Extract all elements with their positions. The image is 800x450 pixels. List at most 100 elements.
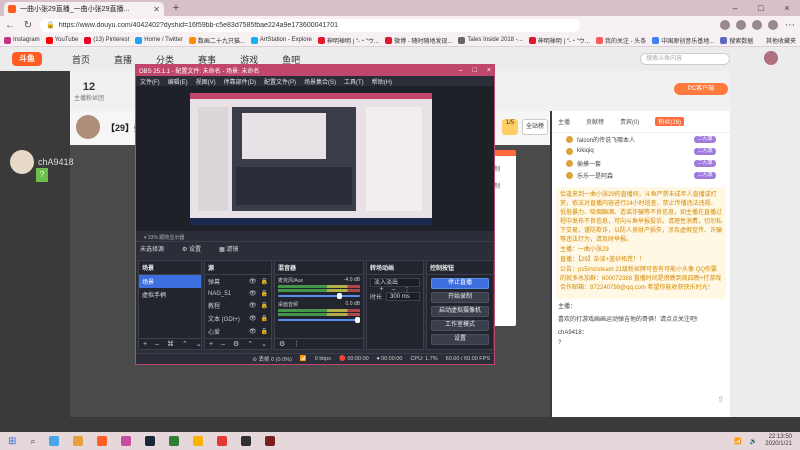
bookmark-item[interactable]: 我的关注 - 头条 [595, 36, 646, 45]
nav-live[interactable]: 直播 [114, 53, 132, 66]
obs-menu-item[interactable]: 停靠部件(D) [224, 77, 256, 86]
bookmark-item[interactable]: 微博 - 随时随地发现... [385, 36, 452, 45]
taskbar-app-icon[interactable] [145, 436, 156, 446]
source-item[interactable]: 心爱 👁 🔒 [205, 325, 271, 338]
bookmark-item[interactable]: 神明禅明 | "-・"ウ... [317, 36, 379, 45]
bookmark-item[interactable]: 数画二十九只猫... [188, 36, 245, 45]
bookmark-item[interactable]: ArtStation - Explore [250, 36, 312, 44]
user-avatar[interactable] [10, 150, 34, 174]
anchor-avatar[interactable] [76, 115, 100, 139]
lock-icon[interactable]: 🔒 [261, 302, 268, 309]
obs-menu-item[interactable]: 文件(F) [140, 77, 160, 86]
scene-item[interactable]: 场景 [139, 275, 201, 288]
source-filters-button[interactable]: ▦ 滤镜 [219, 244, 238, 253]
taskbar-app-icon[interactable] [193, 436, 204, 446]
obs-menu-item[interactable]: 场景集合(S) [304, 77, 336, 86]
transition-more-button[interactable]: ⋮ [404, 286, 411, 294]
volume-slider[interactable] [278, 293, 360, 299]
slider-knob[interactable] [355, 317, 360, 323]
eye-icon[interactable]: 👁 [249, 278, 257, 285]
source-item[interactable]: 弹幕 👁 🔒 [205, 275, 271, 288]
taskbar-app-icon[interactable] [169, 436, 180, 446]
rank-row[interactable]: falcon的传说飞哪本人 二九尊 [552, 133, 730, 145]
move-down-button[interactable]: ⌄ [261, 340, 267, 348]
lock-icon[interactable]: 🔒 [261, 315, 268, 322]
start-recording-button[interactable]: 开始录制 [431, 292, 489, 303]
clock[interactable]: 22:13:50 2020/1/21 [765, 434, 792, 448]
browser-tab-active[interactable]: 一曲小张29直播_一曲小张29直播... ✕ [4, 2, 164, 16]
nav-home[interactable]: 首页 [72, 53, 90, 66]
obs-maximize-button[interactable]: □ [473, 67, 477, 74]
mixer-more-button[interactable]: ⋮ [293, 340, 300, 348]
scene-item[interactable]: 虚拟手柄 [139, 288, 201, 301]
source-item[interactable]: 教程 👁 🔒 [205, 299, 271, 312]
lock-icon[interactable]: 🔒 [261, 328, 268, 335]
eye-icon[interactable]: 👁 [249, 302, 257, 309]
start-virtual-camera-button[interactable]: 启动虚拟摄像机 [431, 306, 489, 317]
scroll-top-icon[interactable]: ⇧ [717, 395, 724, 404]
tab-contribution[interactable]: 贡献榜 [586, 117, 604, 126]
obs-menu-item[interactable]: 编辑(E) [168, 77, 188, 86]
source-item[interactable]: NAG_51 👁 🔒 [205, 288, 271, 299]
obs-menu-item[interactable]: 配置文件(P) [264, 77, 296, 86]
close-icon[interactable]: ✕ [153, 5, 160, 14]
fan-club-count[interactable]: 12 主播粉丝团 [74, 81, 104, 102]
obs-menu-item[interactable]: 帮助(H) [372, 77, 392, 86]
bookmark-item[interactable]: YouTube [45, 36, 78, 44]
rank-badge[interactable]: 1/5 [502, 119, 518, 135]
tab-vip[interactable]: 贵宾(0) [620, 117, 639, 126]
avatar[interactable] [764, 51, 778, 65]
more-menu-icon[interactable]: ⋯ [784, 20, 796, 31]
eye-icon[interactable]: 👁 [249, 290, 257, 297]
obs-titlebar[interactable]: OBS 25.1.1 - 配置文件: 未命名 - 场景: 未命名 – □ × [136, 65, 494, 76]
obs-menu-item[interactable]: 工具(T) [344, 77, 364, 86]
obs-menu-item[interactable]: 视图(V) [196, 77, 216, 86]
add-scene-button[interactable]: + [143, 341, 147, 348]
remove-source-button[interactable]: – [221, 341, 225, 348]
bookmark-item[interactable]: 神明禅明 | "-・"ウ... [528, 36, 590, 45]
douyu-search-input[interactable]: 搜索斗鱼内容 [640, 53, 731, 65]
rank-row[interactable]: kikiqiq 二九尊 [552, 145, 730, 157]
rank-row[interactable]: 乐乐一是阿森 二九尊 [552, 169, 730, 181]
bookmark-item[interactable]: Tales Inside 2018 -... [458, 36, 523, 44]
profile-icon[interactable] [768, 20, 778, 30]
remove-transition-button[interactable]: – [392, 286, 396, 293]
move-up-button[interactable]: ⌃ [247, 340, 253, 348]
volume-slider[interactable] [278, 317, 360, 323]
bookmark-item[interactable]: (13) Pinterest [84, 36, 129, 44]
start-icon[interactable]: ⊞ [8, 436, 16, 447]
back-icon[interactable]: ← [4, 20, 16, 31]
rank-row[interactable]: 偷摸一套 二九尊 [552, 157, 730, 169]
url-field[interactable]: 🔒 https://www.douyu.com/4042402?dyshid=1… [40, 18, 580, 32]
eye-icon[interactable]: 👁 [249, 328, 257, 335]
reload-icon[interactable]: ↻ [22, 20, 34, 31]
taskbar-app-icon[interactable] [217, 436, 228, 446]
taskbar-app-icon[interactable] [265, 436, 276, 446]
tab-fans[interactable]: 粉丝(26) [655, 117, 685, 126]
move-up-button[interactable]: ⌃ [182, 340, 188, 348]
search-icon[interactable]: ⌕ [30, 436, 35, 447]
obs-close-button[interactable]: × [487, 67, 491, 74]
remove-scene-button[interactable]: – [155, 341, 159, 348]
taskbar-app-icon[interactable] [49, 436, 60, 446]
other-bookmarks[interactable]: 其他收藏夹 [766, 36, 796, 45]
minimize-button[interactable]: – [722, 0, 748, 16]
volume-icon[interactable]: 🔊 [750, 438, 757, 445]
mixer-settings-button[interactable]: ⚙ [279, 340, 285, 348]
stop-streaming-button[interactable]: 停止直播 [431, 278, 489, 289]
taskbar-app-icon[interactable] [97, 436, 108, 446]
slider-knob[interactable] [336, 293, 342, 299]
add-source-button[interactable]: + [209, 341, 213, 348]
pc-client-button[interactable]: PC客户端 [674, 83, 728, 95]
source-item[interactable]: 文本 (GDI+) 👁 🔒 [205, 312, 271, 325]
scene-filters-button[interactable]: ⌘ [167, 340, 174, 348]
taskbar-app-icon[interactable] [241, 436, 252, 446]
extension-icon[interactable] [736, 20, 746, 30]
douyu-logo[interactable]: 斗鱼 [12, 52, 42, 66]
settings-button[interactable]: 设置 [431, 334, 489, 345]
network-icon[interactable]: 📶 [734, 438, 741, 445]
add-transition-button[interactable]: + [380, 286, 384, 293]
obs-preview[interactable] [190, 93, 432, 225]
move-down-button[interactable]: ⌄ [196, 340, 202, 348]
maximize-button[interactable]: □ [748, 0, 774, 16]
